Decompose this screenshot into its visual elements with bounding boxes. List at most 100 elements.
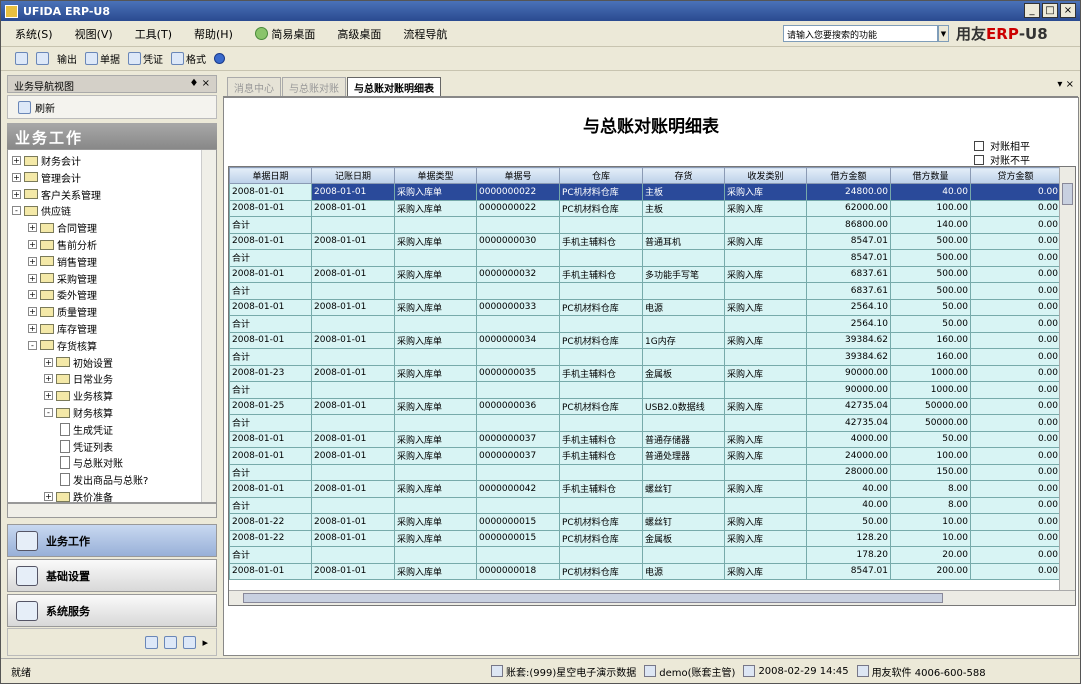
scroll-thumb[interactable] <box>1062 183 1073 205</box>
subtotal-row[interactable]: 合计 2564.10 50.00 0.00 <box>229 315 1061 333</box>
collapse-icon[interactable]: - <box>28 340 37 350</box>
check-unbalanced[interactable]: 对账不平 <box>974 152 1030 167</box>
tree-item[interactable]: + 初始设置 <box>44 354 113 371</box>
subtotal-row[interactable]: 合计 40.00 8.00 0.00 <box>229 496 1061 514</box>
tree-item[interactable]: 生成凭证 <box>60 421 113 438</box>
menu-system[interactable]: 系统(S) <box>15 26 53 42</box>
business-work-button[interactable]: 业务工作 <box>7 524 217 557</box>
column-header[interactable]: 单据日期 <box>229 167 312 184</box>
tree-item[interactable]: - 财务核算 <box>44 404 113 421</box>
tab-reconcile[interactable]: 与总账对账 <box>282 77 346 96</box>
tree-item[interactable]: 与总账对账 <box>60 454 123 471</box>
tree-item[interactable]: + 日常业务 <box>44 370 113 387</box>
tab-message-center[interactable]: 消息中心 <box>227 77 281 96</box>
expand-icon[interactable]: + <box>28 307 37 317</box>
expand-icon[interactable]: + <box>12 172 21 182</box>
nav-pin-close-icon[interactable]: ♦ × <box>189 78 210 90</box>
table-row[interactable]: 2008-01-01 2008-01-01 采购入库单 0000000042 手机主辅料… <box>229 480 1061 498</box>
expand-icon[interactable]: + <box>44 391 53 401</box>
tree-item[interactable]: + 质量管理 <box>28 303 97 320</box>
tree-hscrollbar[interactable] <box>7 503 217 518</box>
collapse-icon[interactable]: - <box>44 408 53 417</box>
subtotal-row[interactable]: 合计 178.20 20.00 0.00 <box>229 546 1061 564</box>
grid-hscrollbar[interactable] <box>229 590 1075 605</box>
menu-process-nav[interactable]: 流程导航 <box>403 26 447 42</box>
subtotal-row[interactable]: 合计 28000.00 150.00 0.00 <box>229 463 1061 481</box>
search-dropdown-button[interactable]: ▼ <box>938 25 949 42</box>
menu-help[interactable]: 帮助(H) <box>194 26 233 42</box>
expand-icon[interactable]: + <box>44 492 53 501</box>
expand-icon[interactable]: + <box>28 290 37 300</box>
expand-icon[interactable]: + <box>28 324 37 333</box>
table-row[interactable]: 2008-01-01 2008-01-01 采购入库单 0000000037 手机主辅料… <box>229 447 1061 465</box>
subtotal-row[interactable]: 合计 8547.01 500.00 0.00 <box>229 249 1061 267</box>
tree-item[interactable]: + 业务核算 <box>44 387 113 404</box>
column-header[interactable]: 单据号 <box>476 167 560 184</box>
scroll-thumb[interactable] <box>243 593 943 603</box>
more-arrow-icon[interactable]: ▸ <box>202 636 208 649</box>
tree-item[interactable]: + 售前分析 <box>28 236 97 253</box>
table-row[interactable]: 2008-01-01 2008-01-01 采购入库单 0000000030 手机主辅料… <box>229 232 1061 250</box>
expand-icon[interactable]: + <box>28 223 37 233</box>
tab-close-icon[interactable]: ▾ × <box>1057 79 1074 90</box>
menu-simple-desktop[interactable]: 简易桌面 <box>254 26 315 42</box>
voucher-button[interactable]: 凭证 <box>128 51 163 66</box>
voucher-doc-button[interactable]: 单据 <box>85 51 120 66</box>
basic-settings-button[interactable]: 基础设置 <box>7 559 217 592</box>
tree-item[interactable]: - 存货核算 <box>28 337 97 354</box>
tree-item[interactable]: + 合同管理 <box>28 219 97 236</box>
column-header[interactable]: 存货 <box>642 167 725 184</box>
tree-item[interactable]: + 财务会计 <box>12 152 81 169</box>
export-button[interactable]: 输出 <box>57 51 77 66</box>
tab-reconcile-detail[interactable]: 与总账对账明细表 <box>347 77 441 96</box>
table-row[interactable]: 2008-01-01 2008-01-01 采购入库单 0000000034 PC机材料… <box>229 331 1061 349</box>
settings-icon[interactable] <box>164 635 178 649</box>
search-input[interactable]: 请输入您要搜索的功能 <box>783 25 938 42</box>
print-button[interactable] <box>15 52 28 65</box>
tree-item[interactable]: + 库存管理 <box>28 320 97 337</box>
subtotal-row[interactable]: 合计 6837.61 500.00 0.00 <box>229 282 1061 300</box>
table-row[interactable]: 2008-01-25 2008-01-01 采购入库单 0000000036 PC机材料… <box>229 397 1061 415</box>
tree-item[interactable]: + 客户关系管理 <box>12 186 101 203</box>
table-row[interactable]: 2008-01-01 2008-01-01 采购入库单 0000000037 手机主辅料… <box>229 430 1061 448</box>
tree-item[interactable]: 凭证列表 <box>60 438 113 455</box>
preview-button[interactable] <box>36 52 49 65</box>
expand-icon[interactable]: + <box>44 374 53 384</box>
collapse-icon[interactable]: - <box>12 206 21 216</box>
tree-item[interactable]: + 委外管理 <box>28 286 97 303</box>
column-header[interactable]: 仓库 <box>559 167 643 184</box>
table-row[interactable]: 2008-01-01 2008-01-01 采购入库单 0000000033 PC机材料… <box>229 298 1061 316</box>
subtotal-row[interactable]: 合计 90000.00 1000.00 0.00 <box>229 381 1061 399</box>
expand-icon[interactable]: + <box>44 357 53 367</box>
menu-advanced-desktop[interactable]: 高级桌面 <box>337 26 381 42</box>
tree-scrollbar[interactable] <box>201 150 216 502</box>
tools-icon[interactable] <box>145 635 159 649</box>
expand-icon[interactable]: + <box>12 189 21 199</box>
tree-item[interactable]: + 销售管理 <box>28 253 97 270</box>
table-row[interactable]: 2008-01-23 2008-01-01 采购入库单 0000000035 手机主辅料… <box>229 364 1061 382</box>
expand-icon[interactable]: + <box>12 156 21 165</box>
close-button[interactable]: × <box>1060 3 1076 18</box>
table-row[interactable]: 2008-01-01 2008-01-01 采购入库单 0000000022 PC机材料… <box>229 199 1061 217</box>
refresh-button[interactable]: 刷新 <box>7 95 217 119</box>
format-button[interactable]: 格式 <box>171 51 206 66</box>
column-header[interactable]: 收发类别 <box>724 167 807 184</box>
tree-item[interactable]: + 管理会计 <box>12 169 81 186</box>
table-row[interactable]: 2008-01-01 2008-01-01 采购入库单 0000000022 PC机材料… <box>229 183 1061 201</box>
column-header[interactable]: 借方数量 <box>890 167 971 184</box>
service-icon[interactable] <box>183 635 197 649</box>
column-header[interactable]: 记账日期 <box>311 167 395 184</box>
column-header[interactable]: 贷方金额 <box>970 167 1061 184</box>
subtotal-row[interactable]: 合计 42735.04 50000.00 0.00 <box>229 414 1061 432</box>
table-row[interactable]: 2008-01-22 2008-01-01 采购入库单 0000000015 PC机材料… <box>229 513 1061 531</box>
subtotal-row[interactable]: 合计 86800.00 140.00 0.00 <box>229 216 1061 234</box>
expand-icon[interactable]: + <box>28 256 37 266</box>
system-service-button[interactable]: 系统服务 <box>7 594 217 627</box>
column-header[interactable]: 借方金额 <box>806 167 891 184</box>
grid-vscrollbar[interactable] <box>1059 167 1075 591</box>
subtotal-row[interactable]: 合计 39384.62 160.00 0.00 <box>229 348 1061 366</box>
help-button[interactable] <box>214 53 225 64</box>
table-row[interactable]: 2008-01-01 2008-01-01 采购入库单 0000000018 PC机材料… <box>229 562 1061 580</box>
expand-icon[interactable]: + <box>28 240 37 249</box>
tree-item[interactable]: + 跌价准备 <box>44 488 113 502</box>
